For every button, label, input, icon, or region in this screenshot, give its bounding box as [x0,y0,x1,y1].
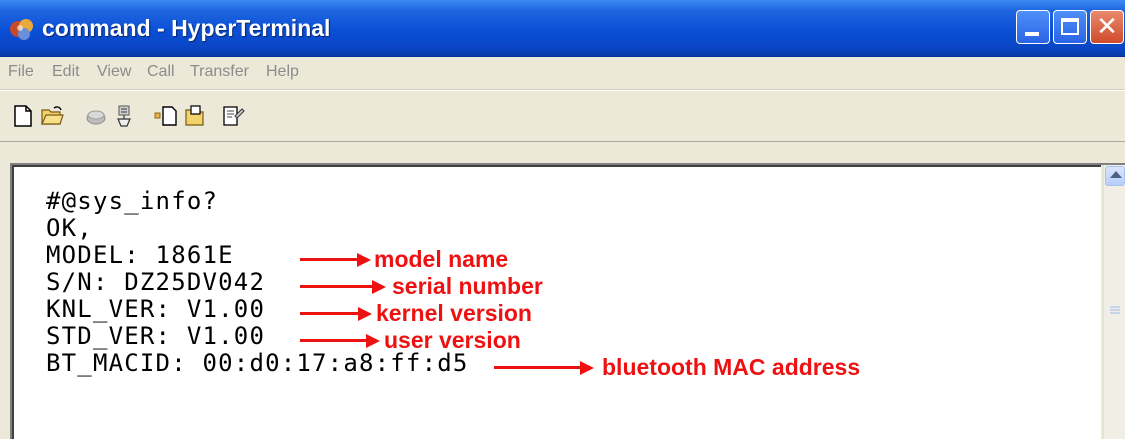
dial-icon[interactable] [84,104,108,128]
terminal-line: STD_VER: V1.00 [46,322,266,350]
open-folder-icon[interactable] [40,104,64,128]
terminal-line: BT_MACID: 00:d0:17:a8:ff:d5 [46,349,469,377]
toolbar [0,90,1125,142]
annotation-kernel-version: kernel version [376,300,532,326]
annotation-arrow-head [358,307,372,321]
properties-icon[interactable] [221,104,245,128]
vertical-scrollbar[interactable] [1103,165,1125,439]
annotation-arrow-head [580,361,594,375]
terminal-screen[interactable]: #@sys_info? OK, MODEL: 1861E S/N: DZ25DV… [12,165,1101,439]
annotation-arrow-line [494,366,582,369]
window-title: command - HyperTerminal [42,15,331,41]
terminal-line: KNL_VER: V1.00 [46,295,266,323]
hyperterminal-app-icon [10,19,33,40]
menu-file[interactable]: File [8,63,34,81]
chevron-up-icon [1110,171,1122,178]
close-icon: ✕ [1096,12,1118,42]
new-document-icon[interactable] [11,104,35,128]
separator [0,142,1125,160]
menu-edit[interactable]: Edit [52,63,80,81]
annotation-arrow-line [300,258,360,261]
annotation-arrow-line [300,339,368,342]
annotation-serial-number: serial number [392,273,543,299]
scroll-up-button[interactable] [1105,166,1125,186]
terminal-line: OK, [46,214,93,242]
terminal-line: MODEL: 1861E [46,241,234,269]
terminal-line: S/N: DZ25DV042 [46,268,266,296]
menu-bar: File Edit View Call Transfer Help [0,57,1125,90]
title-bar[interactable]: command - HyperTerminal ✕ [0,0,1125,57]
menu-call[interactable]: Call [147,63,175,81]
annotation-arrow-head [366,334,380,348]
annotation-arrow-line [300,312,360,315]
annotation-model-name: model name [374,246,509,272]
minimize-button[interactable] [1016,10,1050,44]
annotation-user-version: user version [384,327,521,353]
send-icon[interactable] [154,104,178,128]
scrollbar-grip-icon [1110,305,1120,319]
menu-help[interactable]: Help [266,63,299,81]
annotation-bluetooth-mac-address: bluetooth MAC address [602,354,861,380]
menu-view[interactable]: View [97,63,131,81]
minimize-icon [1025,32,1039,36]
menu-transfer[interactable]: Transfer [190,63,249,81]
maximize-button[interactable] [1053,10,1087,44]
maximize-icon [1061,18,1079,35]
receive-icon[interactable] [182,104,206,128]
disconnect-icon[interactable] [112,104,136,128]
annotation-arrow-head [357,253,371,267]
hyperterminal-window: command - HyperTerminal ✕ File Edit View… [0,0,1125,439]
terminal-line: #@sys_info? [46,187,219,215]
close-button[interactable]: ✕ [1090,10,1124,44]
annotation-arrow-head [372,280,386,294]
annotation-arrow-line [300,285,374,288]
